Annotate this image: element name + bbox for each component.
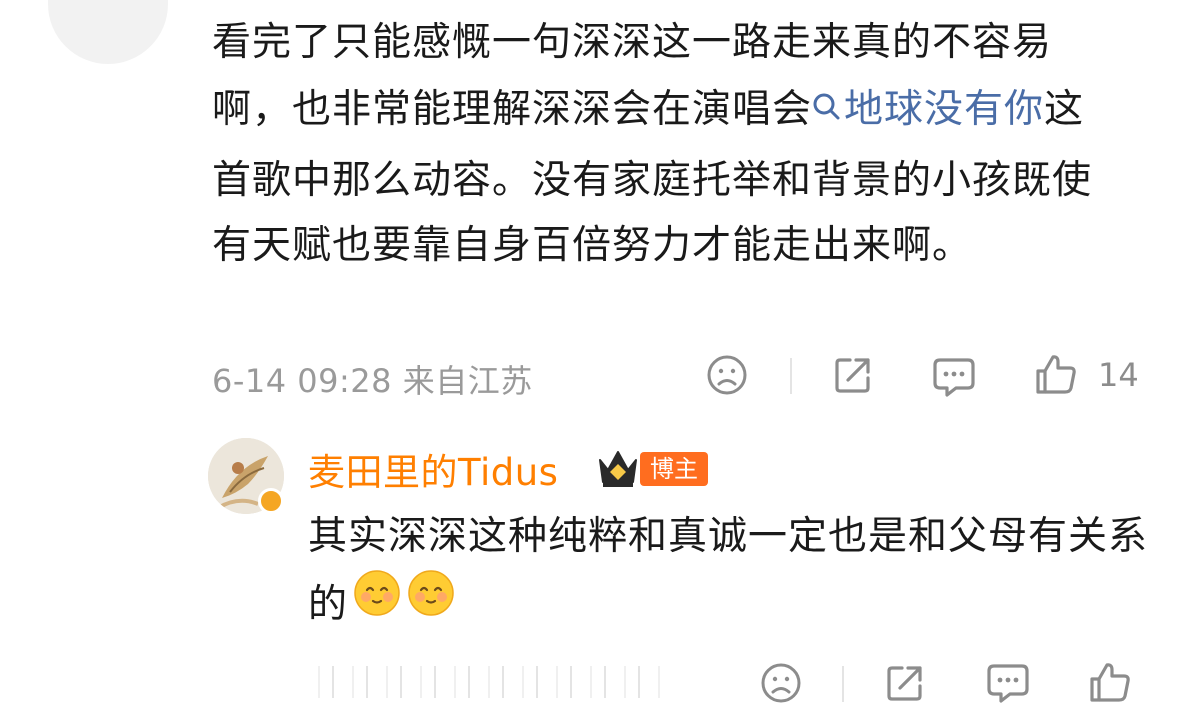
reply-username[interactable]: 麦田里的Tidus [308,442,558,496]
blush-emoji-icon [352,568,402,637]
search-icon [812,75,840,140]
previous-avatar[interactable] [48,0,168,64]
sad-face-icon[interactable] [760,662,802,708]
comment-icon[interactable] [932,356,976,402]
comment-meta-row: 6-14 09:28 来自江苏 14 [212,352,1152,400]
reply-item: 麦田里的Tidus 博主 其实深深这种纯粹和真诚一定也是和父母有关系的 [208,438,1168,638]
topic-link[interactable]: 地球没有你 [812,87,1044,132]
share-icon[interactable] [832,354,874,400]
sad-face-icon[interactable] [706,354,748,400]
comment-timestamp: 6-14 09:28 [212,362,393,400]
crown-icon [596,446,640,494]
like-icon[interactable] [1088,660,1132,708]
topic-link-label: 地球没有你 [844,87,1045,132]
blush-emoji-icon [406,568,456,637]
reply-body: 其实深深这种纯粹和真诚一定也是和父母有关系的 [308,506,1148,645]
obscured-meta [300,666,660,698]
comment-location: 来自江苏 [402,362,533,400]
meta-divider [842,666,844,702]
comment-body: 看完了只能感慨一句深深这一路走来真的不容易啊，也非常能理解深深会在演唱会 地球没有… [212,10,1112,278]
blogger-tag: 博主 [640,452,708,486]
like-count: 14 [1098,356,1139,394]
meta-divider [790,358,792,394]
share-icon[interactable] [884,662,926,708]
like-icon[interactable] [1034,352,1078,400]
reply-action-row [300,660,1160,706]
comment-icon[interactable] [986,662,1030,708]
comment-meta: 6-14 09:28 来自江苏 [212,356,533,402]
verified-icon [258,488,284,514]
